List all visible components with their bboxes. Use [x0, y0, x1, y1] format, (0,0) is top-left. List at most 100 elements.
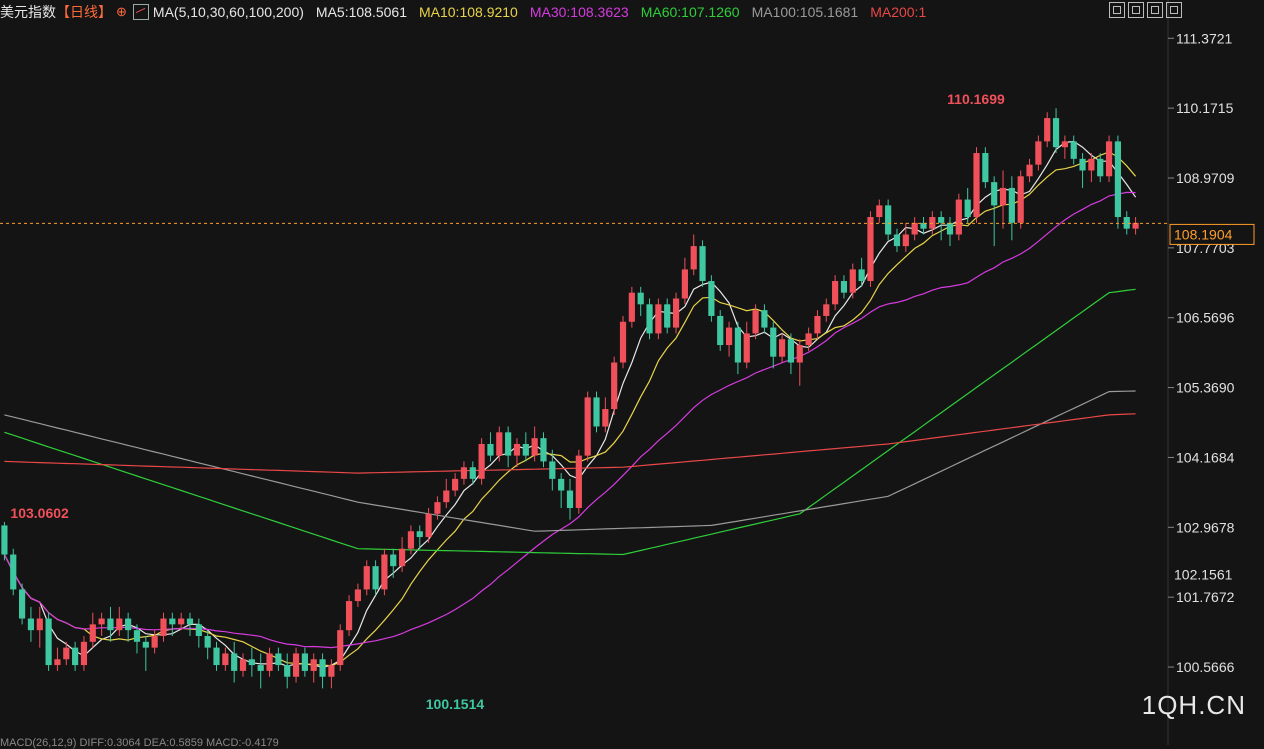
candle-body: [628, 292, 635, 322]
candle-body: [63, 647, 70, 660]
ma-line-ma200: [4, 413, 1136, 474]
settings-icon[interactable]: [1166, 2, 1182, 18]
candle-body: [27, 618, 35, 631]
candle-body: [354, 589, 361, 602]
candle-body: [478, 443, 485, 479]
candle-body: [45, 618, 52, 666]
candle-body: [955, 199, 962, 235]
instrument-title: 美元指数: [0, 4, 56, 20]
add-indicator-icon[interactable]: ⊕: [116, 4, 127, 20]
candle-body: [867, 217, 874, 282]
candle-body: [929, 217, 936, 229]
y-tick-label: 106.5696: [1176, 310, 1235, 326]
candle-body: [107, 618, 114, 631]
candle-body: [195, 624, 202, 636]
candle-body: [116, 618, 123, 631]
candle-body: [72, 647, 79, 666]
chart-toolbar: [1109, 2, 1182, 18]
candle-body: [858, 269, 865, 282]
candle-body: [345, 601, 353, 631]
candle-body: [575, 455, 582, 508]
candle-body: [531, 438, 538, 456]
extreme-annotation: 100.1514: [426, 696, 485, 712]
candle-body: [54, 659, 61, 666]
candle-body: [805, 333, 812, 346]
candle-body: [814, 315, 821, 334]
ma-line-ma30: [3, 191, 1136, 649]
watermark: 1QH.CN: [1141, 690, 1246, 720]
candle-body: [540, 438, 547, 462]
period-selector[interactable]: 【日线】: [56, 2, 112, 22]
candle-body: [142, 641, 149, 648]
candle-body: [452, 478, 459, 491]
candle-body: [407, 531, 415, 549]
candle-body: [169, 618, 176, 625]
candle-body: [593, 397, 600, 427]
ma-line-ma5: [3, 140, 1137, 669]
y-tick-label: 111.3721: [1176, 30, 1233, 46]
candle-body: [743, 333, 750, 363]
crosshair-icon[interactable]: [1109, 2, 1125, 18]
candle-body: [1017, 176, 1024, 223]
candle-body: [1114, 141, 1121, 218]
candlestick-chart: 111.3721110.1715108.9709107.7703106.5696…: [0, 0, 1255, 745]
window-icon[interactable]: [1147, 2, 1163, 18]
candle-body: [549, 461, 556, 479]
y-tick-label: 100.5666: [1176, 659, 1235, 675]
candle-body: [840, 281, 848, 293]
candle-body: [425, 513, 432, 538]
candle-body: [239, 659, 247, 671]
candle-body: [672, 298, 680, 328]
candle-body: [178, 618, 185, 625]
y-tick-label: 110.1715: [1176, 100, 1234, 116]
candle-body: [611, 362, 618, 410]
candle-body: [911, 222, 918, 235]
candle-body: [823, 304, 830, 316]
candle-body: [133, 630, 141, 642]
ma60-value: MA60:107.1260: [640, 4, 740, 20]
candle-body: [434, 502, 441, 514]
ma100-value: MA100:105.1681: [751, 4, 859, 20]
candle-body: [1035, 141, 1042, 165]
candle-body: [19, 589, 26, 619]
candle-body: [416, 531, 423, 538]
layout-icon[interactable]: [1128, 2, 1144, 18]
candle-body: [681, 269, 688, 299]
y-tick-label: 102.9678: [1176, 519, 1235, 535]
indicator-icon[interactable]: [132, 4, 149, 20]
candle-body: [337, 630, 344, 666]
candle-body: [80, 641, 88, 666]
candle-body: [487, 443, 494, 456]
candle-body: [36, 618, 43, 631]
candle-body: [982, 153, 989, 183]
candle-body: [372, 566, 379, 590]
candle-body: [1008, 187, 1015, 223]
candle-body: [399, 548, 406, 567]
candle-body: [381, 554, 388, 590]
chart-area[interactable]: 111.3721 110.1715 108.9709 107.7703 106.5696…: [0, 0, 1264, 745]
candle-body: [752, 310, 759, 334]
candle-body: [893, 234, 901, 247]
candle-body: [1044, 118, 1051, 142]
candle-body: [248, 659, 255, 666]
candle-body: [699, 246, 706, 282]
candle-body: [1123, 217, 1130, 229]
candle-body: [717, 315, 724, 346]
candle-body: [513, 443, 521, 456]
candle-body: [390, 554, 397, 567]
candle-body: [10, 554, 17, 590]
candle-body: [876, 205, 883, 218]
candle-body: [566, 490, 574, 508]
candle-body: [204, 635, 211, 648]
candle-body: [257, 665, 264, 671]
candle-body: [1, 525, 8, 555]
candle-body: [292, 653, 300, 677]
candle-body: [832, 281, 839, 305]
candle-body: [999, 187, 1007, 206]
candle-body: [1026, 164, 1033, 177]
ma-line-ma10: [3, 151, 1137, 667]
candle-body: [186, 618, 194, 625]
y-tick-label: 104.1684: [1176, 449, 1235, 465]
chart-legend: 美元指数 【日线】 ⊕ MA(5,10,30,60,100,200) MA5:1…: [0, 2, 938, 22]
candle-body: [275, 653, 282, 666]
